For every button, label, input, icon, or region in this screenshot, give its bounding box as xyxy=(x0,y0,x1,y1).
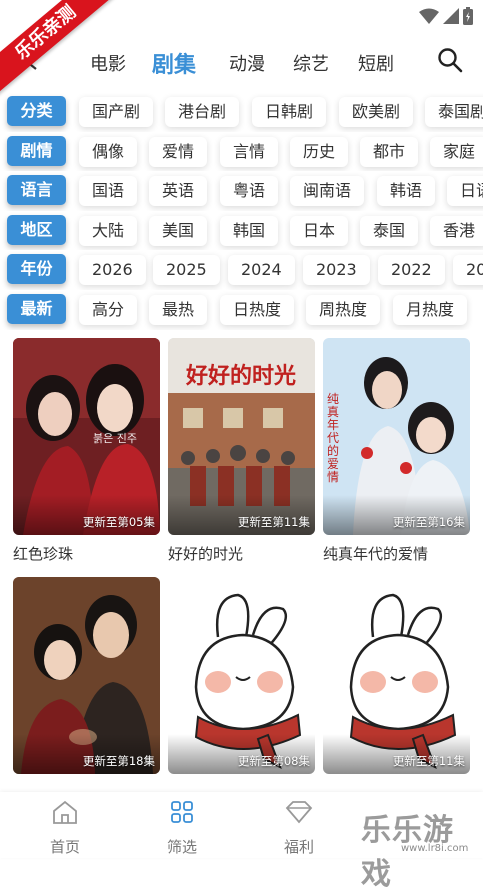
series-card[interactable]: 更新至第18集 xyxy=(13,577,160,782)
filter-option[interactable]: 高分 xyxy=(79,294,138,325)
grid-icon xyxy=(171,801,193,823)
poster-caption: 纯真年代的爱情 xyxy=(327,392,340,484)
filter-option[interactable]: 日热度 xyxy=(220,294,295,325)
filter-key: 分类 xyxy=(7,96,66,126)
series-card[interactable]: 更新至第11集 xyxy=(323,577,470,782)
filter-option[interactable]: 韩语 xyxy=(377,176,436,207)
filter-option[interactable]: 月热度 xyxy=(393,294,468,325)
filter-row-latest: 最新 高分 最热 日热度 周热度 月热度 xyxy=(0,290,483,330)
filter-option[interactable]: 历史 xyxy=(290,136,349,167)
poster-image: 纯真年代的爱情 更新至第16集 xyxy=(323,338,470,535)
filter-option[interactable]: 泰国 xyxy=(360,215,419,246)
filter-option[interactable]: 港台剧 xyxy=(165,97,240,127)
series-title: 红色珍珠 xyxy=(13,545,74,563)
watermark-url: www.lr8i.com xyxy=(401,843,469,854)
filter-option[interactable]: 泰国剧 xyxy=(425,97,483,127)
filter-option[interactable]: 都市 xyxy=(360,136,419,167)
filter-option[interactable]: 大陆 xyxy=(79,215,138,246)
episode-badge: 更新至第08集 xyxy=(237,754,310,768)
filter-option[interactable]: 言情 xyxy=(220,136,279,167)
filter-row-year: 年份 2026 2025 2024 2023 2022 2021 xyxy=(0,250,483,290)
signal-icon xyxy=(443,8,459,24)
episode-badge: 更新至第11集 xyxy=(237,515,310,529)
filter-option[interactable]: 周热度 xyxy=(306,294,381,325)
nav-filter[interactable]: 筛选 xyxy=(142,800,222,857)
filter-option[interactable]: 2024 xyxy=(228,255,295,286)
filter-option[interactable]: 日本 xyxy=(290,215,349,246)
filter-option[interactable]: 偶像 xyxy=(79,136,138,167)
filter-option[interactable]: 日韩剧 xyxy=(252,97,327,127)
poster-image: 好好的时光 更新至第11集 xyxy=(168,338,315,535)
filter-option[interactable]: 美国 xyxy=(149,215,208,246)
filter-row-region: 地区 大陆 美国 韩国 日本 泰国 香港 xyxy=(0,211,483,251)
filter-option[interactable]: 闽南语 xyxy=(290,176,365,207)
series-title: 好好的时光 xyxy=(168,545,244,563)
episode-badge: 更新至第11集 xyxy=(392,754,465,768)
episode-badge: 更新至第05集 xyxy=(82,515,155,529)
tab-variety[interactable]: 综艺 xyxy=(293,50,329,76)
series-card[interactable]: 更新至第08集 xyxy=(168,577,315,782)
filter-option[interactable]: 国产剧 xyxy=(79,97,154,127)
filter-row-language: 语言 国语 英语 粤语 闽南语 韩语 日语 xyxy=(0,171,483,211)
filter-option[interactable]: 爱情 xyxy=(149,136,208,167)
diamond-icon xyxy=(285,801,313,824)
status-icons xyxy=(419,6,473,26)
nav-welfare-label: 福利 xyxy=(283,838,314,856)
filter-option[interactable]: 2022 xyxy=(378,255,445,286)
filter-key: 年份 xyxy=(7,254,66,285)
filter-panel: 分类 国产剧 港台剧 日韩剧 欧美剧 泰国剧 剧情 偶像 爱情 言情 历史 都市… xyxy=(0,92,483,330)
tab-short-drama[interactable]: 短剧 xyxy=(358,50,394,76)
filter-option[interactable]: 2023 xyxy=(303,255,370,286)
filter-option[interactable]: 2025 xyxy=(153,255,220,286)
filter-option[interactable]: 香港 xyxy=(430,215,483,246)
filter-row-plot: 剧情 偶像 爱情 言情 历史 都市 家庭 xyxy=(0,132,483,172)
filter-key: 剧情 xyxy=(7,135,66,166)
category-tabs: 电影 剧集 动漫 综艺 短剧 xyxy=(0,36,483,86)
filter-key: 语言 xyxy=(7,175,66,206)
filter-row-category: 分类 国产剧 港台剧 日韩剧 欧美剧 泰国剧 xyxy=(0,92,483,132)
poster-placeholder: 更新至第11集 xyxy=(323,577,470,774)
filter-option[interactable]: 国语 xyxy=(79,176,138,207)
series-title: 纯真年代的爱情 xyxy=(323,545,429,563)
filter-option[interactable]: 欧美剧 xyxy=(339,97,414,127)
filter-option[interactable]: 最热 xyxy=(149,294,208,325)
tab-anime[interactable]: 动漫 xyxy=(229,50,265,76)
series-card[interactable]: 好好的时光 更新至第11集 好好的时光 xyxy=(168,338,315,564)
poster-caption: 붉은 진주 xyxy=(93,432,137,445)
poster-image: 更新至第18集 xyxy=(13,577,160,774)
site-watermark: 乐乐游戏 www.lr8i.com xyxy=(361,805,479,892)
home-icon xyxy=(53,800,77,824)
filter-option[interactable]: 日语 xyxy=(447,176,483,207)
tab-movie[interactable]: 电影 xyxy=(90,50,126,76)
battery-icon xyxy=(463,7,473,25)
filter-key: 最新 xyxy=(7,293,66,324)
poster-caption: 好好的时光 xyxy=(186,364,297,389)
filter-option[interactable]: 2026 xyxy=(79,255,146,286)
episode-badge: 更新至第18集 xyxy=(82,754,155,768)
filter-key: 地区 xyxy=(7,214,66,245)
filter-option[interactable]: 2021 xyxy=(453,255,483,286)
filter-option[interactable]: 家庭 xyxy=(430,136,483,167)
search-icon[interactable] xyxy=(437,47,463,73)
series-card[interactable]: 纯真年代的爱情 更新至第16集 纯真年代的爱情 xyxy=(323,338,470,564)
nav-home-label: 首页 xyxy=(49,838,80,856)
filter-option[interactable]: 粤语 xyxy=(220,176,279,207)
nav-home[interactable]: 首页 xyxy=(25,800,105,857)
wifi-icon xyxy=(419,8,439,24)
filter-option[interactable]: 英语 xyxy=(149,176,208,207)
filter-option[interactable]: 韩国 xyxy=(220,215,279,246)
nav-welfare[interactable]: 福利 xyxy=(259,800,339,857)
series-card[interactable]: 붉은 진주 更新至第05集 红色珍珠 xyxy=(13,338,160,564)
poster-placeholder: 更新至第08集 xyxy=(168,577,315,774)
tab-series[interactable]: 剧集 xyxy=(152,47,196,79)
episode-badge: 更新至第16集 xyxy=(392,515,465,529)
poster-image: 붉은 진주 更新至第05集 xyxy=(13,338,160,535)
nav-filter-label: 筛选 xyxy=(166,838,197,856)
